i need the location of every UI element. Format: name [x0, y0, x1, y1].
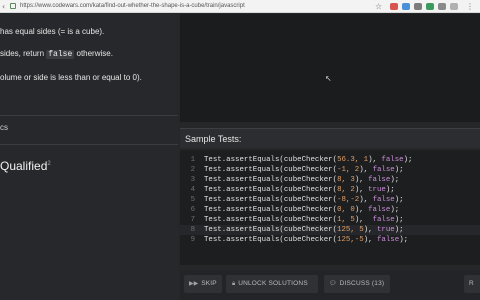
extension-icon[interactable] — [402, 3, 410, 10]
line-number: 3 — [190, 176, 195, 184]
line-number: 5 — [190, 196, 195, 204]
tag-label[interactable]: cs — [0, 123, 8, 132]
code-text: Test.assertEquals(cubeChecker(8, 3), fal… — [204, 176, 400, 184]
discuss-button[interactable]: 💬︎ DISCUSS (13) — [324, 275, 390, 293]
code-line[interactable]: 2 Test.assertEquals(cubeChecker(-1, 2), f… — [180, 165, 480, 175]
menu-icon[interactable]: ⋮ — [466, 2, 474, 11]
code-line[interactable]: 9 Test.assertEquals(cubeChecker(125,-5), … — [180, 235, 480, 245]
line-number: 7 — [190, 216, 195, 224]
code-text: Test.assertEquals(cubeChecker(-1, 2), fa… — [204, 166, 404, 174]
code-line[interactable]: 8 Test.assertEquals(cubeChecker(125, 5), … — [180, 225, 480, 235]
description-panel: has equal sides (= is a cube). sides, re… — [0, 14, 178, 300]
line-number: 6 — [190, 206, 195, 214]
line-number: 2 — [190, 166, 195, 174]
code-editor[interactable]: 1 Test.assertEquals(cubeChecker(56.3, 1),… — [180, 150, 480, 265]
line-number: 4 — [190, 186, 195, 194]
description-line: has equal sides (= is a cube). — [0, 27, 105, 36]
line-number: 8 — [190, 226, 195, 234]
address-bar[interactable]: https://www.codewars.com/kata/find-out-w… — [20, 2, 250, 11]
skip-button[interactable]: ▶▶ SKIP — [184, 275, 222, 293]
lock-icon — [10, 3, 16, 9]
action-toolbar: ▶▶ SKIP 🔒︎ UNLOCK SOLUTIONS 💬︎ DISCUSS (13)… — [180, 270, 480, 300]
code-text: Test.assertEquals(cubeChecker(8, 2), tru… — [204, 186, 395, 194]
inline-code: false — [46, 50, 75, 59]
code-line[interactable]: 7 Test.assertEquals(cubeChecker(1, 5), fa… — [180, 215, 480, 225]
lock-icon: 🔒︎ — [232, 280, 236, 287]
code-text: Test.assertEquals(cubeChecker(125, 5), t… — [204, 226, 404, 234]
extension-icon[interactable] — [426, 3, 434, 10]
code-line[interactable]: 1 Test.assertEquals(cubeChecker(56.3, 1),… — [180, 155, 480, 165]
mouse-cursor-icon: ↖ — [325, 74, 332, 83]
code-text: Test.assertEquals(cubeChecker(0, 0), fal… — [204, 206, 400, 214]
code-text: Test.assertEquals(cubeChecker(1, 5), fal… — [204, 216, 404, 224]
qualified-heading: Qualified2 — [0, 159, 51, 173]
extension-icon[interactable] — [414, 3, 422, 10]
divider — [0, 144, 178, 145]
code-line[interactable]: 4 Test.assertEquals(cubeChecker(8, 2), tr… — [180, 185, 480, 195]
line-number: 1 — [190, 156, 195, 164]
browser-toolbar: ‹ https://www.codewars.com/kata/find-out… — [0, 0, 480, 13]
code-text: Test.assertEquals(cubeChecker(56.3, 1), … — [204, 156, 413, 164]
output-panel — [180, 14, 480, 122]
extension-icon[interactable] — [438, 3, 446, 10]
divider — [0, 115, 178, 116]
code-line[interactable]: 5 Test.assertEquals(cubeChecker(-8,-2), f… — [180, 195, 480, 205]
chat-icon: 💬︎ — [329, 280, 337, 287]
reset-button[interactable]: R — [464, 275, 480, 293]
back-icon[interactable]: ‹ — [2, 2, 5, 11]
description-line: olume or side is less than or equal to 0… — [0, 73, 142, 82]
unlock-solutions-button[interactable]: 🔒︎ UNLOCK SOLUTIONS — [226, 275, 318, 293]
skip-icon: ▶▶ — [189, 280, 199, 287]
sample-tests-header: Sample Tests: — [180, 128, 480, 148]
star-icon[interactable]: ☆ — [375, 2, 382, 11]
sample-tests-title: Sample Tests: — [185, 134, 242, 144]
extension-icon[interactable] — [390, 3, 398, 10]
qualified-count: 2 — [47, 161, 51, 167]
description-line: sides, return false otherwise. — [0, 49, 113, 59]
code-text: Test.assertEquals(cubeChecker(-8,-2), fa… — [204, 196, 404, 204]
code-text: Test.assertEquals(cubeChecker(125,-5), f… — [204, 236, 409, 244]
code-line[interactable]: 3 Test.assertEquals(cubeChecker(8, 3), fa… — [180, 175, 480, 185]
extension-icon[interactable] — [450, 3, 458, 10]
line-number: 9 — [190, 236, 195, 244]
code-line[interactable]: 6 Test.assertEquals(cubeChecker(0, 0), fa… — [180, 205, 480, 215]
